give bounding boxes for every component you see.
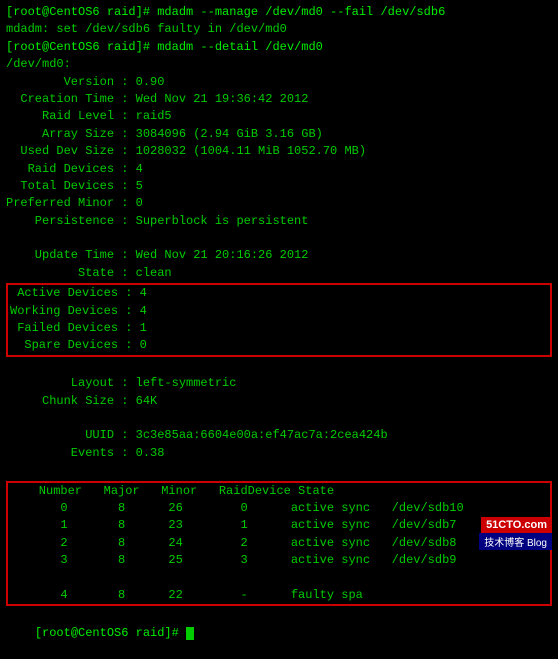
command-line-1: [root@CentOS6 raid]# mdadm --manage /dev…	[6, 4, 552, 21]
state-line: State : clean	[6, 265, 552, 282]
error-line-1: mdadm: set /dev/sdb6 faulty in /dev/md0	[6, 21, 552, 38]
raid-level-line: Raid Level : raid5	[6, 108, 552, 125]
update-time-line: Update Time : Wed Nov 21 20:16:26 2012	[6, 247, 552, 264]
watermark-site: 51CTO.com	[481, 517, 552, 533]
cursor	[186, 627, 194, 640]
creation-time-line: Creation Time : Wed Nov 21 19:36:42 2012	[6, 91, 552, 108]
table-row-0: 0 8 26 0 active sync /dev/sdb10	[10, 500, 548, 517]
table-row-2: 2 8 24 2 active sync /dev/sdb8	[10, 535, 548, 552]
command-line-2: [root@CentOS6 raid]# mdadm --detail /dev…	[6, 39, 552, 56]
version-line: Version : 0.90	[6, 74, 552, 91]
table-header: Number Major Minor RaidDevice State	[10, 483, 548, 500]
table-row-1: 1 8 23 1 active sync /dev/sdb7	[10, 517, 548, 534]
raid-devices-line: Raid Devices : 4	[6, 161, 552, 178]
persistence-line: Persistence : Superblock is persistent	[6, 213, 552, 230]
devices-highlight-box: Active Devices : 4 Working Devices : 4 F…	[6, 283, 552, 357]
prompt-line[interactable]: [root@CentOS6 raid]#	[6, 607, 552, 659]
failed-devices-line: Failed Devices : 1	[10, 320, 548, 337]
table-blank	[10, 570, 548, 587]
spare-devices-line: Spare Devices : 0	[10, 337, 548, 354]
table-row-4: 4 8 22 - faulty spa	[10, 587, 548, 604]
blank-4	[6, 462, 552, 479]
blank-2	[6, 358, 552, 375]
layout-line: Layout : left-symmetric	[6, 375, 552, 392]
blank-3	[6, 410, 552, 427]
blank-1	[6, 230, 552, 247]
watermark-blog: 技术博客 Blog	[479, 533, 552, 550]
preferred-minor-line: Preferred Minor : 0	[6, 195, 552, 212]
prompt-text: [root@CentOS6 raid]#	[35, 626, 186, 640]
array-size-line: Array Size : 3084096 (2.94 GiB 3.16 GB)	[6, 126, 552, 143]
chunk-size-line: Chunk Size : 64K	[6, 393, 552, 410]
table-row-3: 3 8 25 3 active sync /dev/sdb9	[10, 552, 548, 569]
total-devices-line: Total Devices : 5	[6, 178, 552, 195]
device-table-box: Number Major Minor RaidDevice State 0 8 …	[6, 481, 552, 607]
uuid-line: UUID : 3c3e85aa:6604e00a:ef47ac7a:2cea42…	[6, 427, 552, 444]
events-line: Events : 0.38	[6, 445, 552, 462]
device-path: /dev/md0:	[6, 56, 552, 73]
terminal: [root@CentOS6 raid]# mdadm --manage /dev…	[0, 0, 558, 560]
watermark: 51CTO.com 技术博客 Blog	[479, 517, 552, 550]
active-devices-line: Active Devices : 4	[10, 285, 548, 302]
used-dev-size-line: Used Dev Size : 1028032 (1004.11 MiB 105…	[6, 143, 552, 160]
working-devices-line: Working Devices : 4	[10, 303, 548, 320]
